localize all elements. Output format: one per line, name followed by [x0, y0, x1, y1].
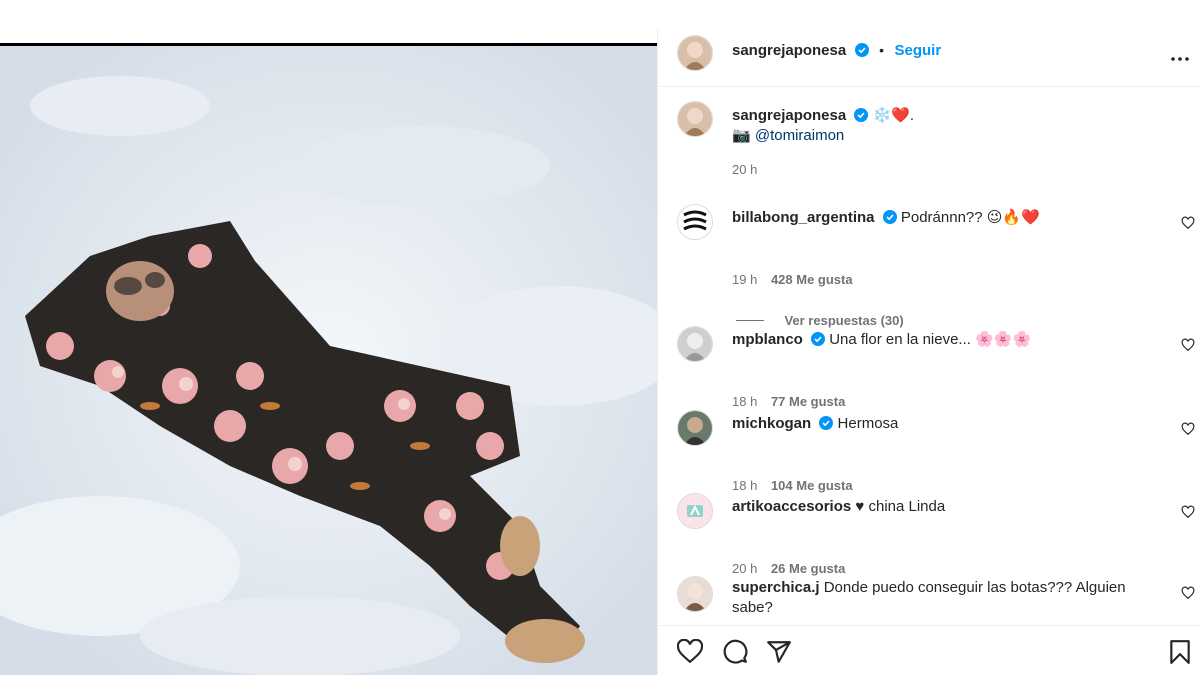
caption-line-1: sangrejaponesa ❄️❤️. [732, 106, 914, 128]
comment-item: billabong_argentina Podránnn?? 😉🔥❤️ 19 h… [658, 204, 1200, 328]
camera-emoji: 📷 [732, 127, 751, 144]
comment-avatar-image [678, 577, 712, 611]
verified-badge-icon [819, 416, 834, 436]
more-options-icon[interactable] [1171, 48, 1189, 66]
comment-text-line: billabong_argentina Podránnn?? 😉🔥❤️ [732, 208, 1040, 230]
heart-small-icon[interactable] [1181, 338, 1195, 352]
comment-likes[interactable]: 77 Me gusta [771, 394, 845, 409]
verified-badge-icon [811, 332, 826, 352]
caption-mention-link[interactable]: @tomiraimon [755, 127, 844, 144]
comment-text: ♥ china Linda [855, 498, 946, 515]
comment-likes[interactable]: 26 Me gusta [771, 561, 845, 576]
author-avatar-image [678, 36, 712, 70]
comment-text-line: artikoaccesorios ♥ china Linda [732, 497, 945, 517]
comment-text-line: michkogan Hermosa [732, 414, 898, 436]
comment-item: artikoaccesorios ♥ china Linda 20 h 26 M… [658, 493, 1200, 576]
comment-avatar[interactable] [677, 576, 713, 612]
comment-text-line: superchica.j Donde puedo conseguir las b… [732, 578, 1152, 618]
comment-meta: 19 h 428 Me gusta [732, 272, 853, 287]
comment-item: mpblanco Una flor en la nieve... 🌸🌸🌸 18 … [658, 326, 1200, 409]
comment-time: 20 h [732, 561, 758, 576]
comment-meta: 20 h 26 Me gusta [732, 561, 845, 576]
comment-item: michkogan Hermosa 18 h 104 Me gusta [658, 410, 1200, 493]
billabong-logo-icon [678, 205, 712, 239]
comment-avatar[interactable] [677, 204, 713, 240]
verified-badge-icon [854, 108, 869, 128]
comment-avatar-image [678, 327, 712, 361]
post-image[interactable] [0, 46, 657, 675]
comment-avatar-image [678, 411, 712, 445]
verified-badge-icon [854, 43, 869, 62]
post-header: sangrejaponesa • Seguir [658, 28, 1200, 87]
comment-likes[interactable]: 104 Me gusta [771, 478, 853, 493]
comment-username[interactable]: superchica.j [732, 579, 820, 596]
post-image-frame [0, 43, 657, 675]
heart-small-icon[interactable] [1181, 505, 1195, 519]
comment-meta: 18 h 77 Me gusta [732, 394, 845, 409]
comment-icon[interactable] [722, 639, 748, 670]
caption-avatar[interactable] [677, 101, 713, 137]
caption-line-2: 📷 @tomiraimon [732, 126, 844, 146]
comment-time: 19 h [732, 272, 758, 287]
caption-username[interactable]: sangrejaponesa [732, 107, 846, 124]
comment-username[interactable]: artikoaccesorios [732, 498, 851, 515]
verified-badge-icon [882, 210, 897, 230]
comment-meta: 18 h 104 Me gusta [732, 478, 853, 493]
heart-small-icon[interactable] [1181, 586, 1195, 600]
caption-avatar-image [678, 102, 712, 136]
share-icon[interactable] [766, 639, 792, 670]
comment-text-line: mpblanco Una flor en la nieve... 🌸🌸🌸 [732, 330, 1031, 352]
replies-line [736, 320, 764, 322]
comment-time: 18 h [732, 478, 758, 493]
comment-username[interactable]: mpblanco [732, 331, 803, 348]
post-photo-snow-illustration [0, 46, 657, 675]
comment-avatar[interactable] [677, 410, 713, 446]
heart-small-icon[interactable] [1181, 216, 1195, 230]
like-icon[interactable] [676, 638, 704, 668]
comment-item: superchica.j Donde puedo conseguir las b… [658, 576, 1200, 624]
comment-time: 18 h [732, 394, 758, 409]
follow-button[interactable]: Seguir [894, 42, 941, 59]
save-icon[interactable] [1169, 639, 1191, 670]
author-avatar[interactable] [677, 35, 713, 71]
comment-username[interactable]: michkogan [732, 415, 811, 432]
comment-avatar[interactable] [677, 493, 713, 529]
comment-likes[interactable]: 428 Me gusta [771, 272, 853, 287]
caption-block: sangrejaponesa ❄️❤️. 📷 @tomiraimon 20 h [658, 100, 1200, 190]
header-dot-separator: • [879, 42, 885, 58]
author-username[interactable]: sangrejaponesa [732, 42, 846, 59]
post-side-panel: sangrejaponesa • Seguir sangrejaponesa ❄… [657, 28, 1200, 675]
comment-username[interactable]: billabong_argentina [732, 209, 875, 226]
heart-small-icon[interactable] [1181, 422, 1195, 436]
comment-text: Hermosa [837, 415, 899, 432]
action-bar [658, 625, 1200, 676]
comment-text: Una flor en la nieve... 🌸🌸🌸 [829, 331, 1032, 348]
caption-emojis: ❄️❤️. [872, 107, 915, 124]
post-header-line: sangrejaponesa • Seguir [732, 42, 941, 62]
comment-text: Podránnn?? 😉🔥❤️ [900, 209, 1040, 226]
comment-avatar[interactable] [677, 326, 713, 362]
artiko-logo-icon [678, 494, 712, 528]
caption-time: 20 h [732, 162, 758, 177]
